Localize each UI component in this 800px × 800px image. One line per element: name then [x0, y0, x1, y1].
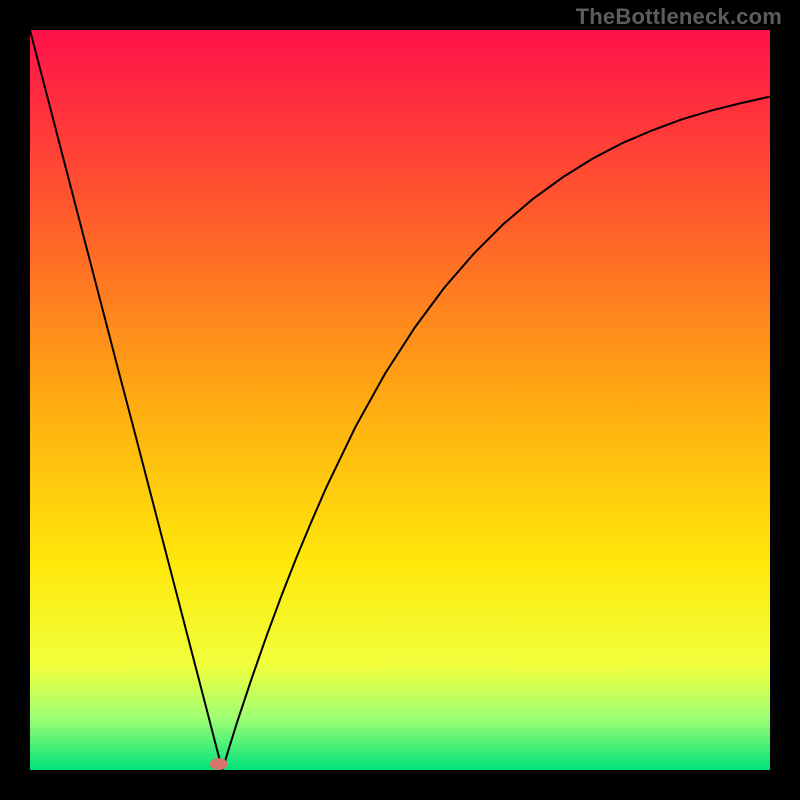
gradient-background: [30, 30, 770, 770]
chart-frame: TheBottleneck.com: [0, 0, 800, 800]
watermark-label: TheBottleneck.com: [576, 4, 782, 30]
plot-area: [30, 30, 770, 770]
chart-svg: [30, 30, 770, 770]
vertex-marker: [210, 758, 228, 770]
